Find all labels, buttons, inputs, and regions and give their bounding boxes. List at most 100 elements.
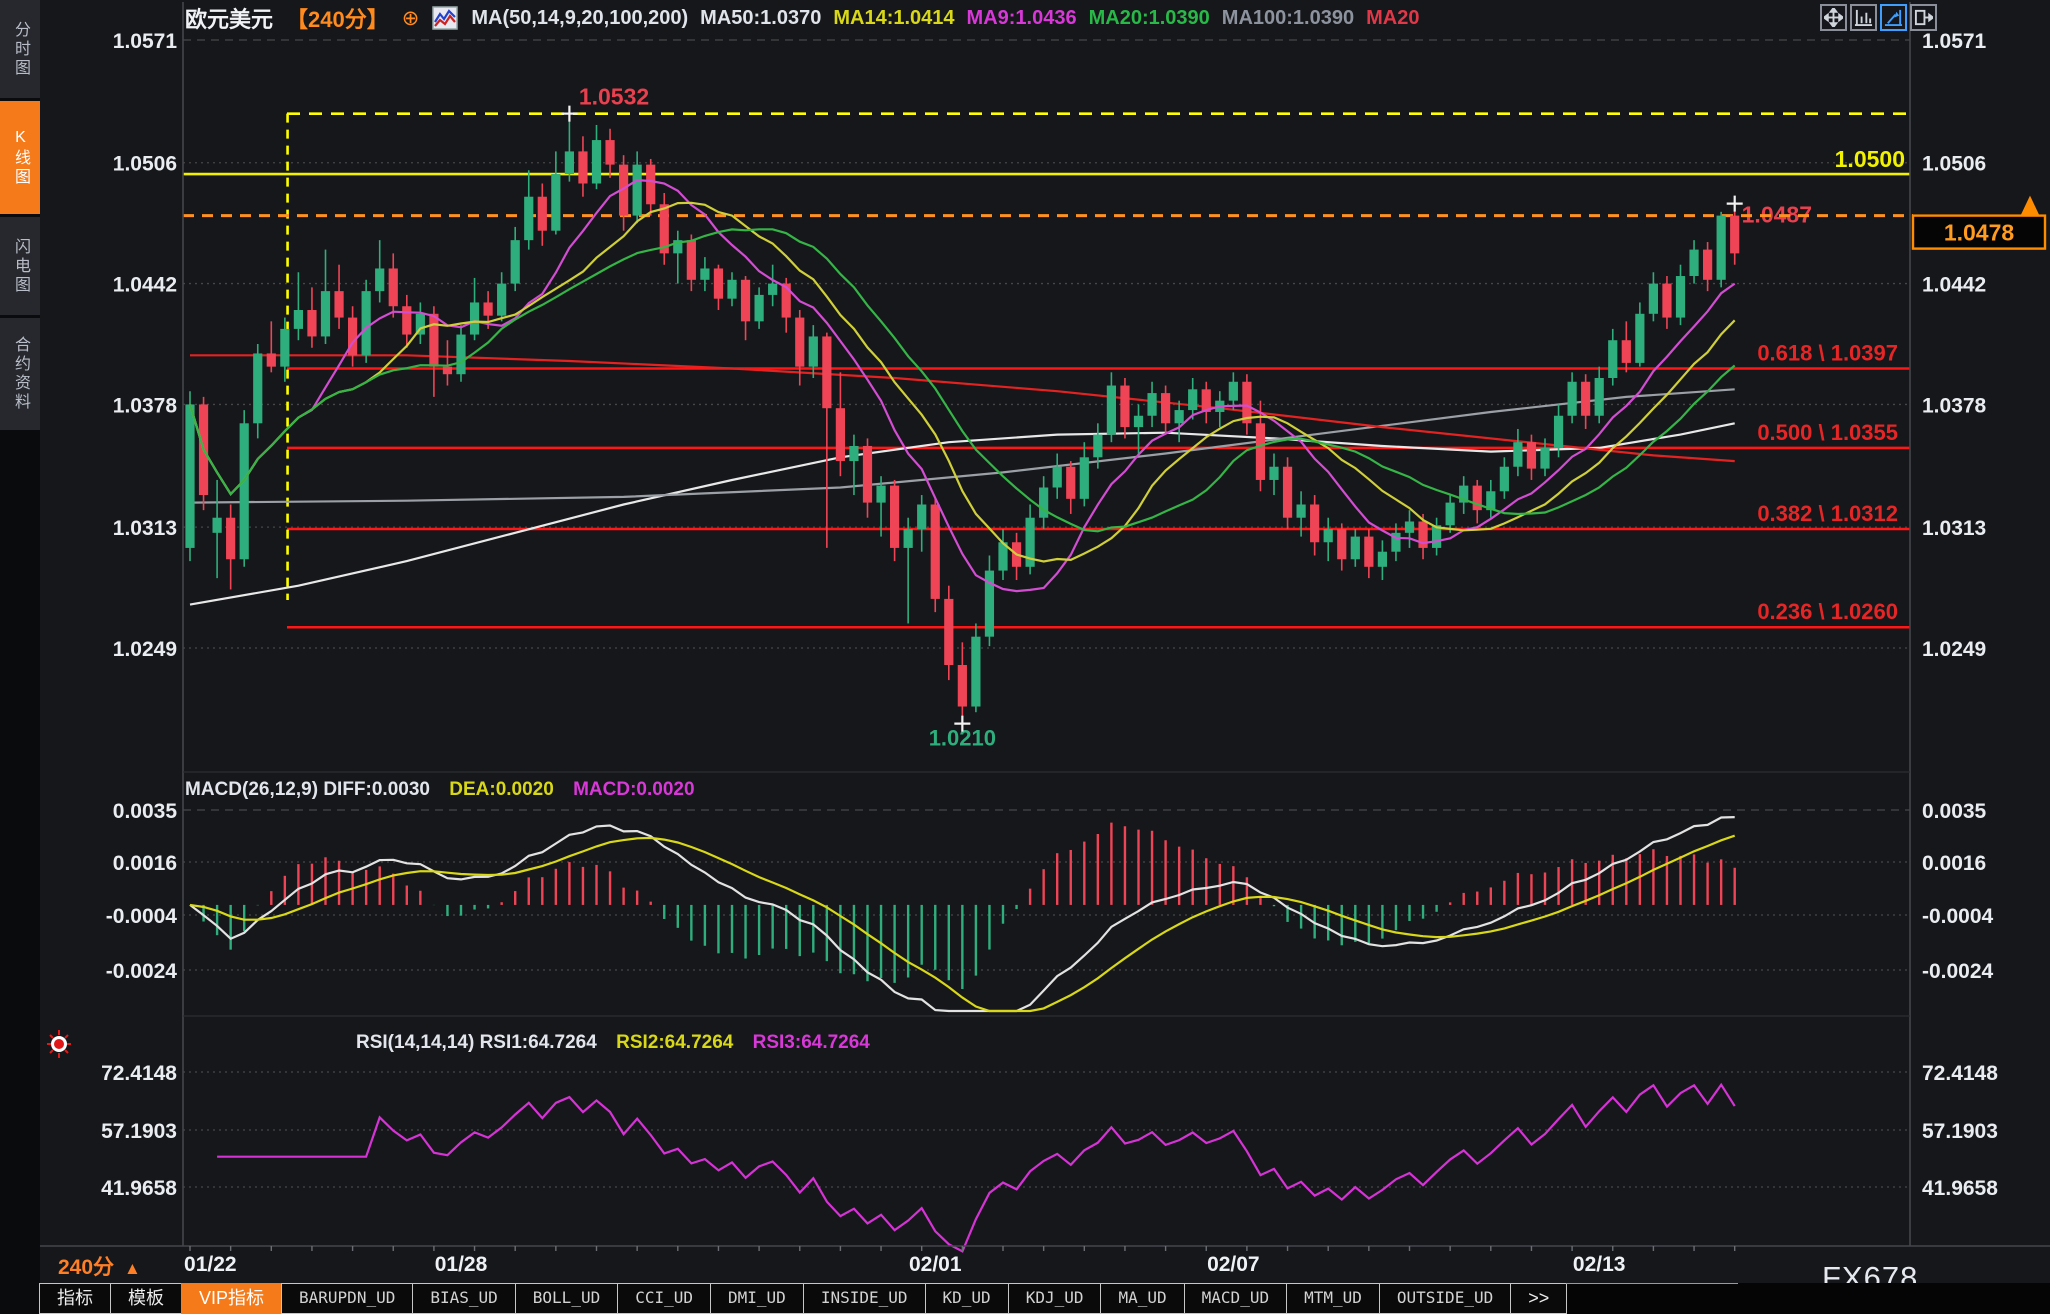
candle-body (904, 529, 913, 548)
candle-body (1134, 416, 1143, 427)
candle-body (185, 404, 194, 548)
candle-body (863, 446, 872, 503)
main-y-label-right: 1.0378 (1922, 394, 1987, 417)
tabbar-filler (1566, 1283, 1738, 1314)
tab-指标[interactable]: 指标 (39, 1283, 111, 1314)
candle-body (267, 353, 276, 366)
tab-inside-ud[interactable]: INSIDE_UD (803, 1283, 926, 1314)
macd-dea-label: DEA:0.0020 (449, 779, 554, 800)
ma-value-label-0: MA(50,14,9,20,100,200) (471, 7, 688, 29)
candle-body (538, 197, 547, 231)
ma-value-label-5: MA100:1.0390 (1222, 7, 1354, 29)
candle-body (1649, 284, 1658, 314)
candle-body (1188, 389, 1197, 410)
window-arrow-icon[interactable] (1910, 4, 1937, 31)
candle-body (944, 599, 953, 665)
candle-body (1554, 416, 1563, 448)
candle-body (1730, 216, 1739, 254)
chart-style-icon[interactable] (432, 6, 458, 30)
tab-mtm-ud[interactable]: MTM_UD (1286, 1283, 1380, 1314)
main-y-label-right: 1.0571 (1922, 30, 1987, 53)
tab-kd-ud[interactable]: KD_UD (925, 1283, 1009, 1314)
tab-ma-ud[interactable]: MA_UD (1100, 1283, 1184, 1314)
candle-body (497, 284, 506, 316)
tab-bias-ud[interactable]: BIAS_UD (412, 1283, 515, 1314)
candle-body (1324, 529, 1333, 542)
candle-body (307, 310, 316, 336)
macd-y-label-left: -0.0004 (106, 905, 178, 928)
rsi-y-label-left: 41.9658 (101, 1177, 177, 1200)
candle-body (971, 637, 980, 707)
main-y-label-left: 1.0442 (113, 274, 177, 297)
candle-body (768, 284, 777, 295)
current-price-label: 1.0478 (1944, 220, 2015, 246)
chart-header: 欧元美元 【240分】 ⊕ MA(50,14,9,20,100,200)MA50… (185, 3, 1431, 33)
candle-body (1283, 467, 1292, 518)
fib-label: 0.618 \ 1.0397 (1757, 341, 1898, 366)
main-y-label-left: 1.0249 (113, 638, 177, 661)
chart-canvas[interactable]: 1.05711.05711.05061.05061.04421.04421.03… (0, 0, 2050, 1314)
tab-kdj-ud[interactable]: KDJ_UD (1008, 1283, 1102, 1314)
date-label: 01/22 (184, 1253, 237, 1276)
add-indicator-icon[interactable]: ⊕ (402, 8, 420, 29)
candle-body (931, 504, 940, 598)
candle-body (1446, 503, 1455, 526)
tab-模板[interactable]: 模板 (110, 1283, 182, 1314)
alert-dot-icon[interactable] (44, 1028, 74, 1060)
axis-chart-right-active-icon[interactable] (1880, 4, 1907, 31)
candle-body (1229, 382, 1238, 401)
period-selector[interactable]: 240分▲ (58, 1251, 141, 1281)
candle-body (551, 174, 560, 231)
timeframe-label: 【240分】 (286, 2, 389, 34)
ma-line-ma200 (190, 355, 1735, 461)
rsi-y-label-right: 72.4148 (1922, 1062, 1998, 1085)
move-tool-icon[interactable] (1820, 4, 1847, 31)
bottom-tabbar: 指标模板VIP指标BARUPDN_UDBIAS_UDBOLL_UDCCI_UDD… (40, 1283, 2050, 1314)
tab-vip指标[interactable]: VIP指标 (181, 1283, 282, 1314)
rsi-line (217, 1085, 1735, 1252)
candle-body (1622, 340, 1631, 363)
candle-body (1066, 467, 1075, 499)
tab-macd-ud[interactable]: MACD_UD (1184, 1283, 1287, 1314)
fib-label: 0.500 \ 1.0355 (1757, 420, 1898, 445)
axis-chart-left-icon[interactable] (1850, 4, 1877, 31)
ma-line-ma50 (190, 423, 1735, 604)
macd-y-label-right: 0.0016 (1922, 852, 1986, 875)
high-price-label: 1.0532 (579, 84, 649, 110)
main-y-label-right: 1.0313 (1922, 517, 1986, 540)
tab-outside-ud[interactable]: OUTSIDE_UD (1379, 1283, 1511, 1314)
sidebar-item-1[interactable]: K线图 (0, 101, 40, 214)
candle-body (795, 318, 804, 367)
candle-body (1120, 386, 1129, 428)
macd-y-label-left: 0.0035 (113, 800, 178, 823)
candle-body (1568, 382, 1577, 416)
main-y-label-left: 1.0506 (113, 153, 177, 176)
candle-body (714, 268, 723, 298)
candle-body (1540, 448, 1549, 469)
tab-barupdn-ud[interactable]: BARUPDN_UD (281, 1283, 413, 1314)
candle-body (1107, 386, 1116, 435)
candle-body (240, 423, 249, 559)
main-y-label-right: 1.0249 (1922, 638, 1986, 661)
candle-body (958, 665, 967, 707)
sidebar-item-2[interactable]: 闪电图 (0, 217, 40, 315)
tab-boll-ud[interactable]: BOLL_UD (515, 1283, 618, 1314)
sidebar-item-0[interactable]: 分时图 (0, 0, 40, 98)
tab--[interactable]: >> (1510, 1283, 1567, 1314)
rsi3-label: RSI3:64.7264 (753, 1032, 870, 1053)
candle-body (1689, 250, 1698, 276)
tab-dmi-ud[interactable]: DMI_UD (710, 1283, 804, 1314)
candle-body (389, 268, 398, 306)
candle-body (646, 165, 655, 205)
sidebar-item-3[interactable]: 合约资料 (0, 318, 40, 430)
candle-body (1039, 488, 1048, 518)
candle-body (700, 268, 709, 279)
macd-params-label: MACD(26,12,9) DIFF:0.0030 (185, 779, 430, 800)
app-window: 1.05711.05711.05061.05061.04421.04421.03… (0, 0, 2050, 1314)
tab-cci-ud[interactable]: CCI_UD (617, 1283, 711, 1314)
rsi-y-label-right: 57.1903 (1922, 1120, 1998, 1143)
date-label: 01/28 (435, 1253, 488, 1276)
candle-body (565, 151, 574, 174)
candle-body (633, 165, 642, 216)
candle-body (1662, 284, 1671, 318)
